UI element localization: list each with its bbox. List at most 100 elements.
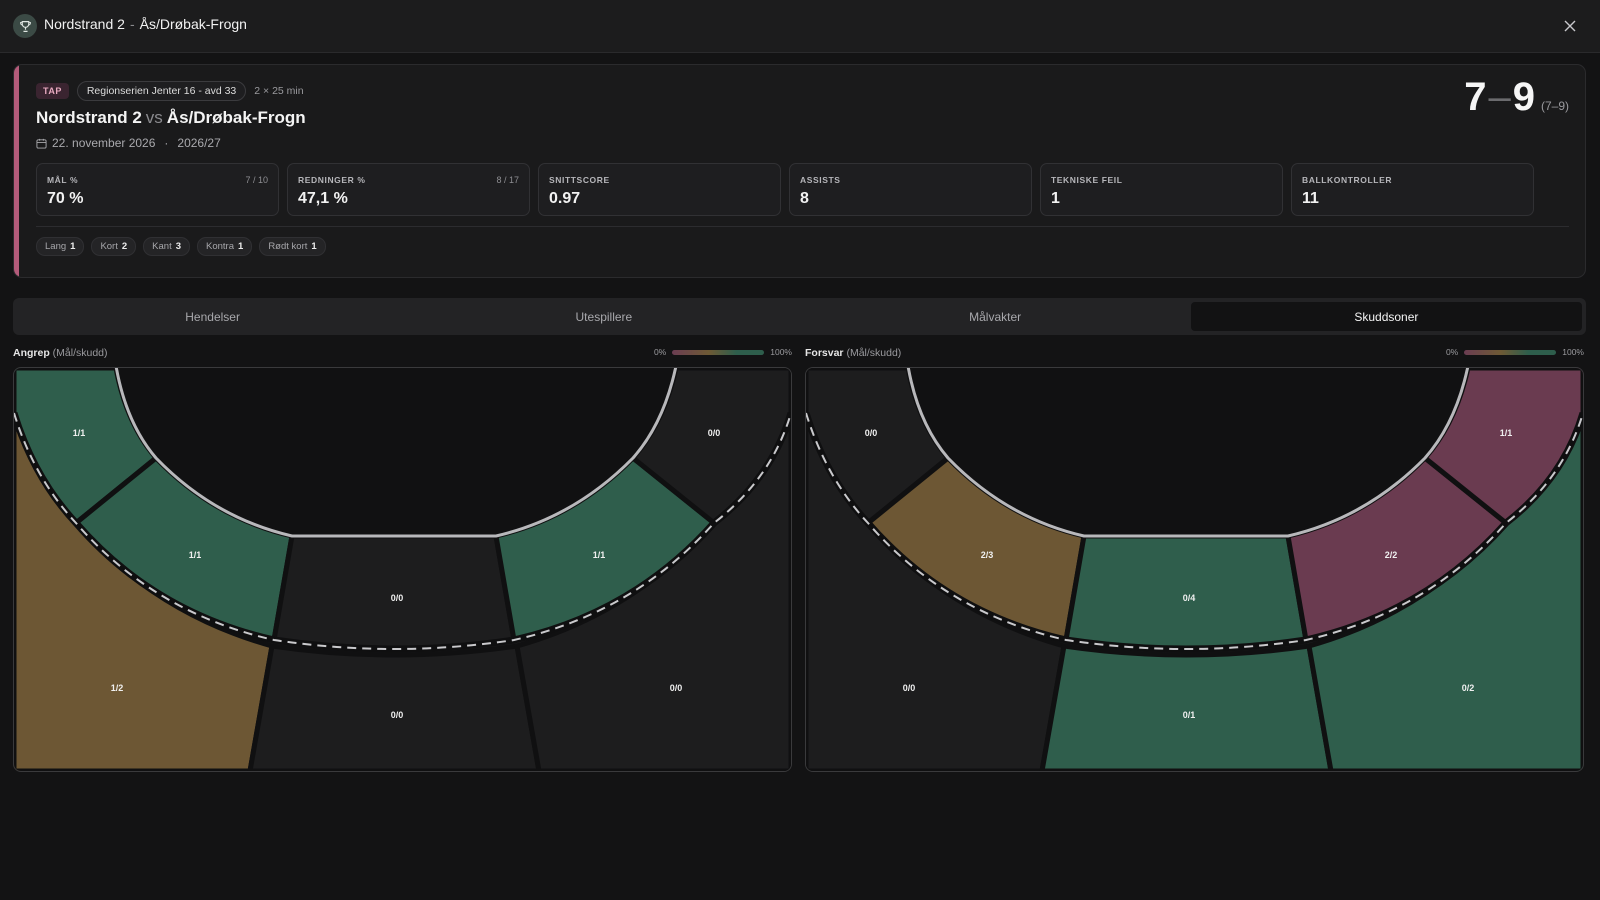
tab-malvakter[interactable]: Målvakter — [800, 302, 1191, 331]
attack-panel: Angrep (Mål/skudd) 0% 100% 1/1 1/1 0/0 1… — [13, 345, 792, 775]
stat-label: MÅL % — [47, 175, 79, 185]
shot-chip-count: 1 — [238, 241, 244, 252]
date-separator: · — [164, 136, 169, 150]
zone-label-defense-right-wing: 1/1 — [1500, 428, 1513, 438]
shot-chip-long: Lang 1 — [36, 237, 85, 256]
attack-title-text: Angrep — [13, 347, 50, 359]
zone-label-attack-center-six: 0/0 — [391, 593, 404, 603]
legend-max: 100% — [770, 347, 792, 357]
match-summary-card: TAP Regionserien Jenter 16 - avd 33 2 × … — [13, 64, 1586, 278]
tab-utespillere[interactable]: Utespillere — [408, 302, 799, 331]
final-score: 7 – 9 (7–9) — [1464, 75, 1569, 120]
attack-subtitle: (Mål/skudd) — [52, 347, 108, 359]
stat-label: TEKNISKE FEIL — [1051, 175, 1123, 185]
result-accent-bar — [14, 65, 19, 277]
stat-card-ball-control: BALLKONTROLLER 11 — [1291, 163, 1534, 216]
stat-label: SNITTSCORE — [549, 175, 610, 185]
defense-panel-header: Forsvar (Mål/skudd) 0% 100% — [805, 345, 1584, 361]
zone-attack-center-long[interactable] — [247, 643, 542, 771]
legend-gradient — [1464, 349, 1557, 355]
stat-label: ASSISTS — [800, 175, 841, 185]
stat-value: 8 — [800, 190, 809, 207]
score-dash: – — [1488, 75, 1511, 119]
score-away: 9 — [1512, 75, 1535, 119]
zone-label-defense-right-back: 2/2 — [1385, 550, 1398, 560]
stat-sub: 8 / 17 — [496, 175, 519, 185]
home-team-name: Nordstrand 2 — [36, 108, 142, 127]
tab-skuddsoner[interactable]: Skuddsoner — [1190, 302, 1582, 331]
stat-label: BALLKONTROLLER — [1302, 175, 1393, 185]
stats-row: MÅL % 7 / 10 70 % REDNINGER % 8 / 17 47,… — [36, 163, 1534, 216]
half-time-score: (7–9) — [1540, 99, 1569, 113]
match-duration: 2 × 25 min — [254, 85, 304, 97]
shot-chip-red-card: Rødt kort 1 — [259, 237, 326, 256]
zone-label-defense-left-wing: 0/0 — [865, 428, 878, 438]
vs-label: vs — [145, 108, 163, 127]
zone-defense-center-long[interactable] — [1039, 643, 1334, 771]
match-date: 22. november 2026 — [52, 136, 156, 150]
shot-type-chips: Lang 1 Kort 2 Kant 3 Kontra 1 Rødt kort 1 — [36, 237, 326, 256]
header-away-team: Ås/Drøbak-Frogn — [139, 16, 247, 32]
defense-zone-map: 0/0 2/3 0/4 2/2 1/1 0/0 0/1 0/2 — [806, 368, 1583, 771]
zone-label-defense-left-back: 2/3 — [981, 550, 994, 560]
stat-sub: 7 / 10 — [245, 175, 268, 185]
shot-chip-label: Rødt kort — [268, 241, 308, 252]
away-team-name: Ås/Drøbak-Frogn — [166, 108, 306, 127]
match-teams: Nordstrand 2 vs Ås/Drøbak-Frogn — [36, 108, 306, 128]
stat-value: 1 — [1051, 190, 1060, 207]
shot-chip-label: Lang — [45, 241, 67, 252]
shot-chip-label: Kort — [100, 241, 118, 252]
header-separator: - — [129, 16, 135, 32]
defense-legend: 0% 100% — [1446, 347, 1584, 357]
trophy-icon — [13, 14, 37, 38]
header-home-team: Nordstrand 2 — [44, 16, 125, 32]
attack-zone-map: 1/1 1/1 0/0 1/1 0/0 1/2 0/0 0/0 — [14, 368, 791, 771]
league-chip[interactable]: Regionserien Jenter 16 - avd 33 — [76, 81, 247, 101]
stat-value: 47,1 % — [298, 190, 348, 207]
zone-label-defense-left-long: 0/0 — [903, 683, 916, 693]
legend-gradient — [672, 349, 765, 355]
legend-min: 0% — [1445, 347, 1459, 357]
stat-card-assists: ASSISTS 8 — [789, 163, 1032, 216]
zone-label-attack-left-long: 1/2 — [111, 683, 124, 693]
match-meta-row: TAP Regionserien Jenter 16 - avd 33 2 × … — [36, 81, 304, 101]
match-date-row: 22. november 2026 · 2026/27 — [36, 136, 221, 150]
legend-max: 100% — [1562, 347, 1584, 357]
shot-chip-count: 2 — [121, 241, 128, 252]
stat-card-technical-errors: TEKNISKE FEIL 1 — [1040, 163, 1283, 216]
zone-label-defense-right-long: 0/2 — [1462, 683, 1475, 693]
stat-value: 70 % — [47, 190, 84, 207]
defense-title-text: Forsvar — [805, 347, 844, 359]
calendar-icon — [36, 138, 47, 149]
stat-card-avg-score: SNITTSCORE 0.97 — [538, 163, 781, 216]
stat-card-saves-pct: REDNINGER % 8 / 17 47,1 % — [287, 163, 530, 216]
zone-label-attack-left-wing: 1/1 — [73, 428, 86, 438]
close-icon — [1564, 20, 1576, 32]
shot-chip-label: Kant — [152, 241, 172, 252]
zone-label-attack-right-back: 1/1 — [593, 550, 606, 560]
view-tabs: Hendelser Utespillere Målvakter Skuddson… — [13, 298, 1586, 335]
shot-chip-counter: Kontra 1 — [197, 237, 253, 256]
zone-label-defense-center-six: 0/4 — [1183, 593, 1196, 603]
card-divider — [36, 226, 1569, 227]
tab-hendelser[interactable]: Hendelser — [17, 302, 408, 331]
shot-chip-label: Kontra — [206, 241, 235, 252]
stat-value: 0.97 — [549, 190, 581, 207]
legend-min: 0% — [653, 347, 667, 357]
dialog-title: Nordstrand 2- Ås/Drøbak-Frogn — [44, 16, 247, 32]
attack-court: 1/1 1/1 0/0 1/1 0/0 1/2 0/0 0/0 — [13, 367, 792, 772]
defense-panel: Forsvar (Mål/skudd) 0% 100% 0/0 2/3 0/4 … — [805, 345, 1584, 775]
zone-label-attack-center-long: 0/0 — [391, 710, 404, 720]
zone-label-attack-left-back: 1/1 — [189, 550, 202, 560]
stat-label: REDNINGER % — [298, 175, 366, 185]
shot-chip-count: 1 — [70, 241, 76, 252]
match-season: 2026/27 — [177, 136, 221, 150]
close-button[interactable] — [1560, 16, 1580, 36]
attack-panel-header: Angrep (Mål/skudd) 0% 100% — [13, 345, 792, 361]
zone-label-defense-center-long: 0/1 — [1183, 710, 1196, 720]
shot-chip-short: Kort 2 — [91, 237, 137, 256]
result-badge: TAP — [36, 83, 69, 99]
defense-title: Forsvar (Mål/skudd) — [805, 347, 901, 359]
shot-chip-count: 1 — [311, 241, 317, 252]
shot-chip-count: 3 — [175, 241, 182, 252]
